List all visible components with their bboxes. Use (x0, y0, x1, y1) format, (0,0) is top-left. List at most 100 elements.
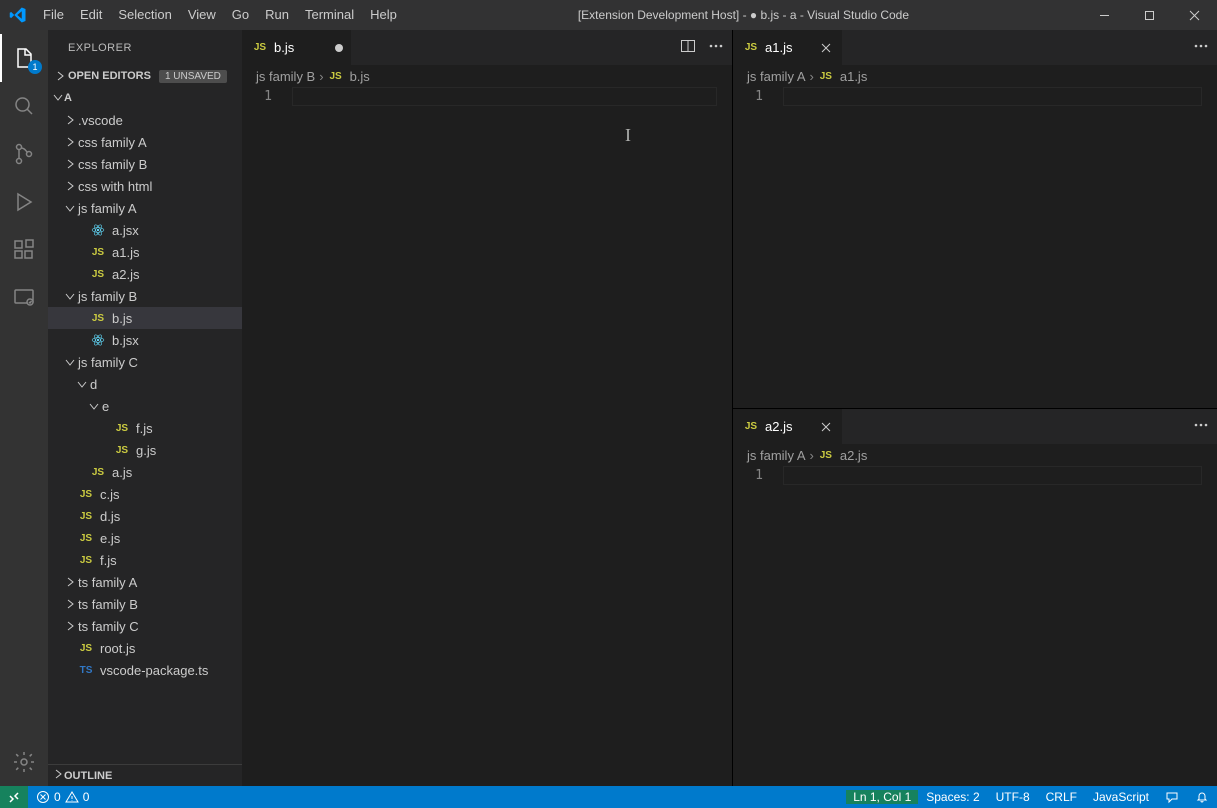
file-tree[interactable]: .vscodecss family Acss family B css with … (48, 109, 242, 764)
minimize-button[interactable] (1082, 0, 1127, 30)
unsaved-badge: 1 UNSAVED (159, 70, 227, 83)
tab-a1-js[interactable]: JS a1.js (733, 30, 843, 65)
menu-go[interactable]: Go (224, 0, 257, 30)
tree-item[interactable]: a.jsx (48, 219, 242, 241)
activity-explorer[interactable]: 1 (0, 34, 48, 82)
breadcrumb-segment[interactable]: js family B (256, 69, 315, 84)
chevron-down-icon (74, 376, 90, 392)
tree-item[interactable]: b.jsx (48, 329, 242, 351)
tree-item[interactable]: JSb.js (48, 307, 242, 329)
tree-item[interactable]: css with html (48, 175, 242, 197)
tree-item[interactable]: JSd.js (48, 505, 242, 527)
tree-item[interactable]: JSf.js (48, 417, 242, 439)
scrollbar[interactable] (1203, 0, 1217, 808)
tree-item[interactable]: JSa.js (48, 461, 242, 483)
status-encoding[interactable]: UTF-8 (988, 790, 1038, 804)
status-eol[interactable]: CRLF (1038, 790, 1085, 804)
menu-file[interactable]: File (35, 0, 72, 30)
tree-item[interactable]: JSc.js (48, 483, 242, 505)
workspace-root[interactable]: A (48, 87, 242, 109)
chevron-right-icon: › (319, 69, 323, 84)
more-icon[interactable] (708, 38, 724, 57)
breadcrumb-segment[interactable]: a1.js (840, 69, 867, 84)
tree-item[interactable]: d (48, 373, 242, 395)
tree-item[interactable]: ts family B (48, 593, 242, 615)
menu-help[interactable]: Help (362, 0, 405, 30)
tree-item-label: js family B (78, 289, 137, 304)
text-cursor-icon: I (625, 125, 631, 146)
breadcrumb[interactable]: js family A › JS a2.js (733, 444, 1217, 466)
open-editors-section[interactable]: OPEN EDITORS 1 UNSAVED (48, 65, 242, 87)
editor-line[interactable]: 1 (242, 87, 732, 106)
activity-extensions[interactable] (0, 226, 48, 274)
tab-a2-js[interactable]: JS a2.js (733, 409, 843, 444)
menu-selection[interactable]: Selection (110, 0, 179, 30)
breadcrumb[interactable]: js family B › JS b.js (242, 65, 732, 87)
ts-icon: TS (78, 662, 94, 678)
close-icon[interactable] (818, 419, 834, 435)
activity-debug[interactable] (0, 178, 48, 226)
outline-section[interactable]: OUTLINE (48, 764, 242, 786)
spacer (62, 640, 78, 656)
status-feedback[interactable] (1157, 790, 1187, 804)
menu-edit[interactable]: Edit (72, 0, 110, 30)
tree-item[interactable]: css family B (48, 153, 242, 175)
tree-item-label: e (102, 399, 109, 414)
tab-b-js[interactable]: JS b.js (242, 30, 352, 65)
code-area[interactable] (783, 466, 1217, 485)
js-icon: JS (818, 447, 834, 463)
activity-search[interactable] (0, 82, 48, 130)
spacer (62, 662, 78, 678)
tree-item[interactable]: css family A (48, 131, 242, 153)
line-number: 1 (733, 87, 783, 106)
tree-item[interactable]: JSa1.js (48, 241, 242, 263)
status-language[interactable]: JavaScript (1085, 790, 1157, 804)
split-editor-icon[interactable] (680, 38, 696, 57)
status-remote[interactable] (0, 786, 28, 808)
tree-item[interactable]: e (48, 395, 242, 417)
menu-view[interactable]: View (180, 0, 224, 30)
tree-item[interactable]: JSg.js (48, 439, 242, 461)
activity-scm[interactable] (0, 130, 48, 178)
editor-line[interactable]: 1 (733, 466, 1217, 485)
tree-item[interactable]: .vscode (48, 109, 242, 131)
breadcrumb-segment[interactable]: b.js (350, 69, 370, 84)
js-icon: JS (78, 508, 94, 524)
breadcrumb-segment[interactable]: js family A (747, 448, 806, 463)
js-icon: JS (90, 244, 106, 260)
tree-item[interactable]: JSa2.js (48, 263, 242, 285)
menu-terminal[interactable]: Terminal (297, 0, 362, 30)
breadcrumb-segment[interactable]: a2.js (840, 448, 867, 463)
breadcrumb[interactable]: js family A › JS a1.js (733, 65, 1217, 87)
tree-item-label: d (90, 377, 97, 392)
tree-item[interactable]: js family C (48, 351, 242, 373)
tree-item[interactable]: js family A (48, 197, 242, 219)
status-problems[interactable]: 0 0 (28, 786, 97, 808)
js-icon: JS (90, 310, 106, 326)
menu-run[interactable]: Run (257, 0, 297, 30)
tree-item-label: vscode-package.ts (100, 663, 208, 678)
chevron-down-icon (62, 200, 78, 216)
tree-item[interactable]: JSroot.js (48, 637, 242, 659)
close-icon[interactable] (818, 40, 834, 56)
status-spaces[interactable]: Spaces: 2 (918, 790, 987, 804)
tree-item[interactable]: ts family C (48, 615, 242, 637)
tree-item[interactable]: TS vscode-package.ts (48, 659, 242, 681)
maximize-button[interactable] (1127, 0, 1172, 30)
code-area[interactable] (783, 87, 1217, 106)
code-area[interactable] (292, 87, 732, 106)
js-icon: JS (90, 266, 106, 282)
tree-item-label: css with html (78, 179, 152, 194)
activity-remote[interactable] (0, 274, 48, 322)
sidebar: EXPLORER OPEN EDITORS 1 UNSAVED A .vscod… (48, 30, 242, 786)
editor-line[interactable]: 1 (733, 87, 1217, 106)
tree-item[interactable]: js family B (48, 285, 242, 307)
tree-item[interactable]: ts family A (48, 571, 242, 593)
spacer (74, 464, 90, 480)
window-title: [Extension Development Host] - ● b.js - … (405, 8, 1082, 22)
tree-item[interactable]: JSf.js (48, 549, 242, 571)
status-lncol[interactable]: Ln 1, Col 1 (846, 790, 918, 804)
tree-item[interactable]: JSe.js (48, 527, 242, 549)
activity-settings[interactable] (0, 738, 48, 786)
breadcrumb-segment[interactable]: js family A (747, 69, 806, 84)
